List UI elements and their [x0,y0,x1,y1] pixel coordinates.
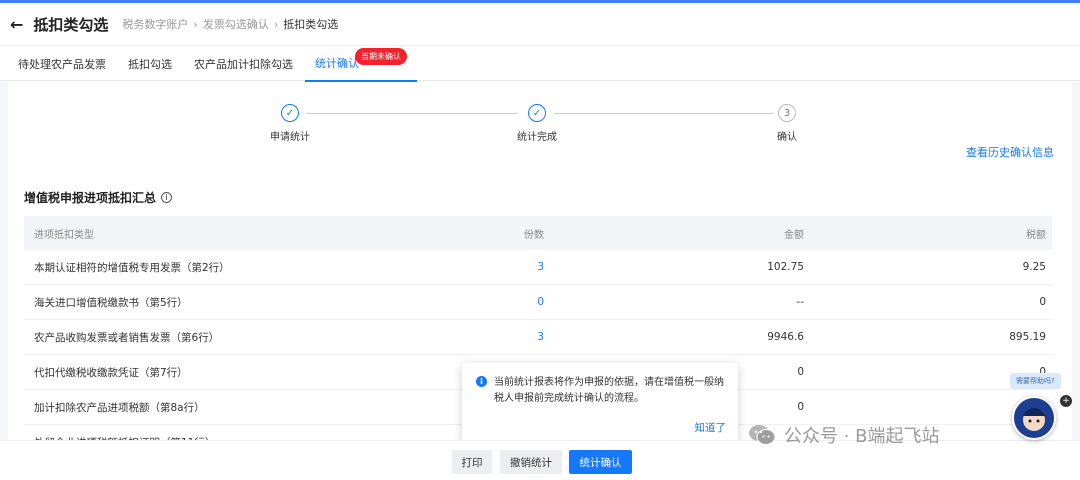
cell-count-link[interactable]: 3 [537,331,544,343]
popover-message: 当前统计报表将作为申报的依据，请在增值税一般纳税人申报前完成统计确认的流程。 [494,377,724,404]
cell-count-link[interactable]: 3 [537,261,544,273]
column-header-type: 进项抵扣类型 [34,229,94,241]
cell-count-link[interactable]: 0 [537,296,544,308]
info-icon[interactable]: i [161,192,173,203]
step-1-check-icon: ✓ [281,104,299,122]
step-3-number: 3 [778,104,796,122]
confirm-statistics-button[interactable]: 统计确认 [569,450,632,474]
print-button[interactable]: 打印 [452,450,492,474]
got-it-button[interactable]: 知道了 [695,420,727,435]
cell-type: 加计扣除农产品进项税额（第8a行） [34,401,205,414]
cancel-statistics-button[interactable]: 撤销统计 [500,450,562,474]
progress-steps: ✓ 申请统计 ✓ 统计完成 3 确认 [258,100,818,143]
table-row: 农产品收购发票或者销售发票（第6行） 3 9946.6 895.19 [24,320,1052,355]
plus-icon[interactable]: + [1060,395,1072,407]
help-bubble[interactable]: 需要帮助吗? [1010,373,1061,389]
page-title: 抵扣类勾选 [33,15,109,34]
cell-amount: 102.75 [767,261,804,273]
section-title-text: 增值税申报进项抵扣汇总 [24,191,157,205]
view-history-link[interactable]: 查看历史确认信息 [966,144,1054,160]
column-header-tax: 税额 [1026,229,1046,241]
tab-deduction-selection[interactable]: 抵扣勾选 [118,46,182,82]
step-2-check-icon: ✓ [528,104,546,122]
table-row: 海关进口增值税缴款书（第5行） 0 -- 0 [24,285,1052,320]
cell-amount: -- [796,296,804,308]
breadcrumb-item-current: 抵扣类勾选 [283,18,339,31]
page-header: ← 抵扣类勾选 税务数字账户 › 发票勾选确认 › 抵扣类勾选 [0,3,1080,45]
watermark: 公众号 · B端起飞站 [748,422,940,448]
tab-bar: 待处理农产品发票 抵扣勾选 农产品加计扣除勾选 统计确认 当期未确认 [0,45,1080,82]
tab-agri-extra-deduction[interactable]: 农产品加计扣除勾选 [184,46,303,82]
cell-amount: 9946.6 [767,331,804,343]
cell-type: 海关进口增值税缴款书（第5行） [34,296,188,309]
cell-tax: 895.19 [1009,331,1046,343]
cell-tax: 0 [1039,296,1046,308]
breadcrumb-item-2[interactable]: 发票勾选确认 [203,16,269,32]
cell-type: 本期认证相符的增值税专用发票（第2行） [34,261,230,274]
cell-type: 农产品收购发票或者销售发票（第6行） [34,331,220,344]
cell-type: 代扣代缴税收缴款凭证（第7行） [34,366,188,379]
step-connector [554,113,774,114]
column-header-amount: 金额 [784,229,804,241]
tab-statistics-confirm-label: 统计确认 [315,57,359,70]
step-connector [306,113,518,114]
side-background-right [1072,82,1080,440]
step-1-label: 申请统计 [270,132,310,143]
status-badge: 当期未确认 [355,48,407,65]
breadcrumb-separator-icon: › [273,17,279,31]
tab-statistics-confirm[interactable]: 统计确认 当期未确认 [305,46,417,82]
section-title: 增值税申报进项抵扣汇总 i [24,189,173,206]
side-background-left [0,82,8,440]
wechat-icon [749,425,776,445]
breadcrumb-separator-icon: › [193,17,198,31]
assistant-avatar-icon[interactable] [1012,396,1056,440]
table-header: 进项抵扣类型 份数 金额 税额 [24,216,1052,250]
back-arrow-icon[interactable]: ← [10,15,23,34]
watermark-text: 公众号 · B端起飞站 [784,426,940,447]
info-icon: i [476,376,487,387]
tab-pending-agri-invoices[interactable]: 待处理农产品发票 [8,46,116,82]
step-2-label: 统计完成 [517,132,557,143]
notice-popover: i 当前统计报表将作为申报的依据，请在增值税一般纳税人申报前完成统计确认的流程。… [462,363,738,445]
cell-tax: 9.25 [1022,261,1046,273]
robot-icon [1022,408,1046,431]
column-header-count: 份数 [524,229,544,241]
breadcrumb-item-1[interactable]: 税务数字账户 [122,16,188,32]
step-3-label: 确认 [777,132,797,143]
table-row: 本期认证相符的增值税专用发票（第2行） 3 102.75 9.25 [24,250,1052,285]
